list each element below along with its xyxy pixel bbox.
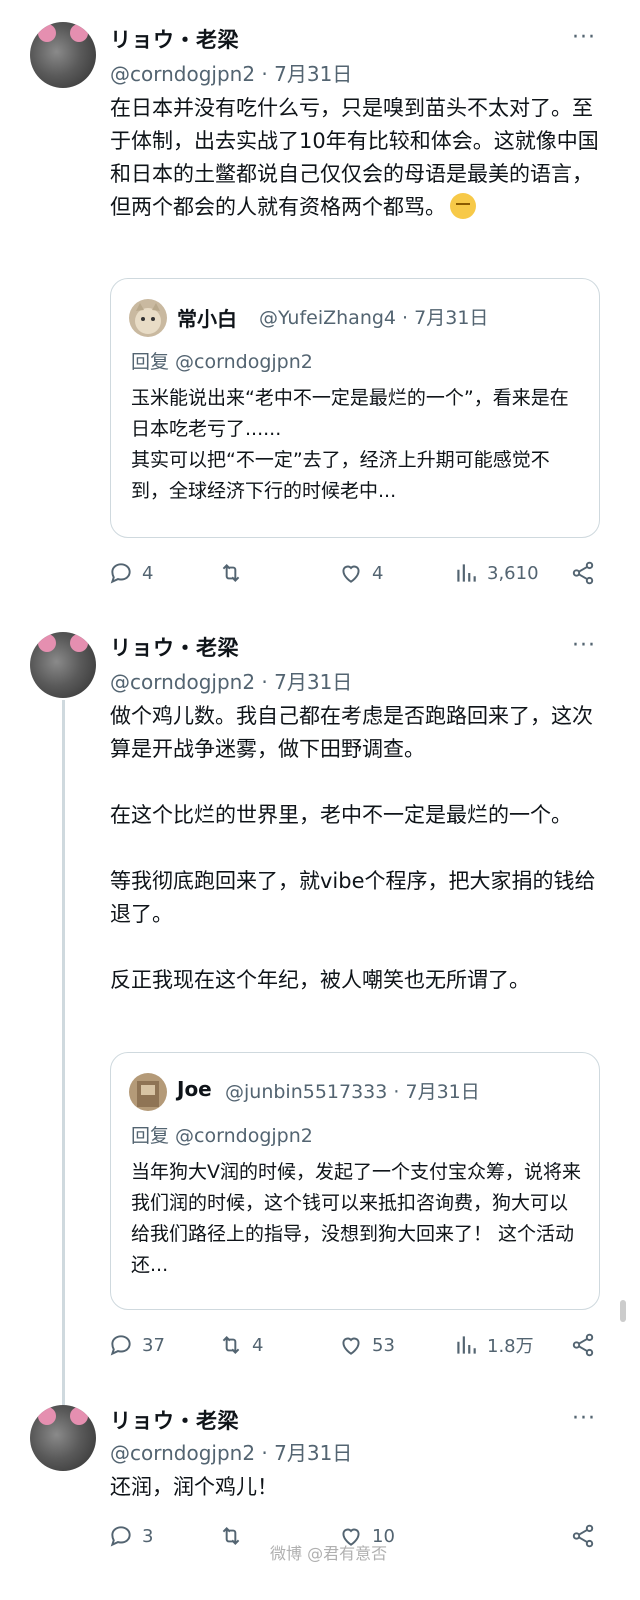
tweet-text: 做个鸡儿数。我自己都在考虑是否跑路回来了，这次算是开战争迷雾，做下田野调查。 在…	[110, 704, 596, 992]
like-count: 4	[372, 562, 384, 584]
more-options-icon[interactable]: ···	[572, 1408, 596, 1430]
views-icon	[457, 564, 476, 582]
more-options-icon[interactable]: ···	[572, 635, 596, 657]
quoted-avatar	[129, 299, 167, 337]
quoted-author-name: Joe	[177, 1077, 212, 1101]
quoted-avatar	[129, 1073, 167, 1111]
scrollbar[interactable]	[620, 1300, 626, 1322]
retweet-icon	[222, 1336, 240, 1354]
retweet-count: 4	[252, 1334, 264, 1356]
reply-button[interactable]: 37	[108, 1330, 165, 1360]
author-handle[interactable]: @corndogjpn2 · 7月31日	[110, 58, 352, 87]
retweet-button[interactable]	[218, 558, 252, 588]
retweet-button[interactable]	[218, 1521, 252, 1551]
author-handle[interactable]: @corndogjpn2 · 7月31日	[110, 666, 352, 695]
quoted-tweet[interactable]: 常小白 @YufeiZhang4 · 7月31日 回复 @corndogjpn2…	[110, 278, 600, 538]
reply-icon	[110, 1335, 131, 1356]
reply-count: 4	[142, 562, 154, 584]
pensive-emoji-icon	[450, 193, 476, 219]
reply-count: 3	[142, 1525, 154, 1547]
share-icon	[572, 1524, 594, 1548]
author-handle[interactable]: @corndogjpn2 · 7月31日	[110, 1437, 352, 1466]
share-button[interactable]	[570, 1330, 596, 1360]
quoted-reply-to: 回复 @corndogjpn2	[131, 351, 313, 373]
heart-icon	[342, 565, 360, 583]
retweet-button[interactable]: 4	[218, 1330, 263, 1360]
more-options-icon[interactable]: ···	[572, 27, 596, 49]
author-name[interactable]: リョウ・老梁	[110, 632, 239, 662]
reply-icon	[110, 1526, 131, 1547]
share-button[interactable]	[570, 1521, 596, 1551]
share-button[interactable]	[570, 558, 596, 588]
tweet-actions: 4 4 3,610	[108, 558, 608, 588]
view-count: 3,610	[487, 562, 539, 584]
tweet-1[interactable]: リョウ・老梁 @corndogjpn2 · 7月31日 ··· 在日本并没有吃什…	[0, 0, 640, 600]
like-count: 53	[372, 1334, 395, 1356]
reply-button[interactable]: 3	[108, 1521, 153, 1551]
avatar[interactable]	[30, 632, 96, 698]
quoted-author-handle: @YufeiZhang4 · 7月31日	[259, 307, 489, 329]
share-icon	[572, 561, 594, 585]
avatar[interactable]	[30, 1405, 96, 1471]
like-button[interactable]: 53	[338, 1330, 395, 1360]
like-button[interactable]: 4	[338, 558, 383, 588]
quoted-tweet[interactable]: Joe @junbin5517333 · 7月31日 回复 @corndogjp…	[110, 1052, 600, 1310]
watermark: 微博 @君有意否	[270, 1544, 388, 1563]
reply-icon	[110, 563, 131, 584]
heart-icon	[342, 1337, 360, 1355]
retweet-icon	[222, 1527, 240, 1545]
reply-count: 37	[142, 1334, 165, 1356]
tweet-text: 还润，润个鸡儿！	[110, 1475, 278, 1499]
tweet-text: 在日本并没有吃什么亏，只是嗅到苗头不太对了。至于体制，出去实战了10年有比较和体…	[110, 96, 599, 219]
quoted-author-handle: @junbin5517333 · 7月31日	[225, 1081, 480, 1103]
quoted-text: 当年狗大V润的时候，发起了一个支付宝众筹，说将来我们润的时候，这个钱可以来抵扣咨…	[131, 1161, 581, 1276]
view-count: 1.8万	[487, 1336, 534, 1357]
share-icon	[572, 1333, 594, 1357]
reply-button[interactable]: 4	[108, 558, 153, 588]
tweet-actions: 37 4 53 1.8万	[108, 1330, 608, 1360]
author-name[interactable]: リョウ・老梁	[110, 1405, 239, 1435]
author-name[interactable]: リョウ・老梁	[110, 24, 239, 54]
quoted-text: 玉米能说出来“老中不一定是最烂的一个”，看来是在日本吃老亏了...... 其实可…	[131, 387, 569, 502]
views-button[interactable]: 3,610	[453, 558, 539, 588]
retweet-icon	[222, 564, 240, 582]
views-icon	[457, 1336, 476, 1354]
quoted-reply-to: 回复 @corndogjpn2	[131, 1125, 313, 1147]
tweet-3[interactable]: リョウ・老梁 @corndogjpn2 · 7月31日 ··· 还润，润个鸡儿！…	[0, 1395, 640, 1600]
tweet-2[interactable]: リョウ・老梁 @corndogjpn2 · 7月31日 ··· 做个鸡儿数。我自…	[0, 620, 640, 1380]
avatar[interactable]	[30, 22, 96, 88]
views-button[interactable]: 1.8万	[453, 1330, 534, 1360]
quoted-author-name: 常小白	[177, 307, 237, 331]
